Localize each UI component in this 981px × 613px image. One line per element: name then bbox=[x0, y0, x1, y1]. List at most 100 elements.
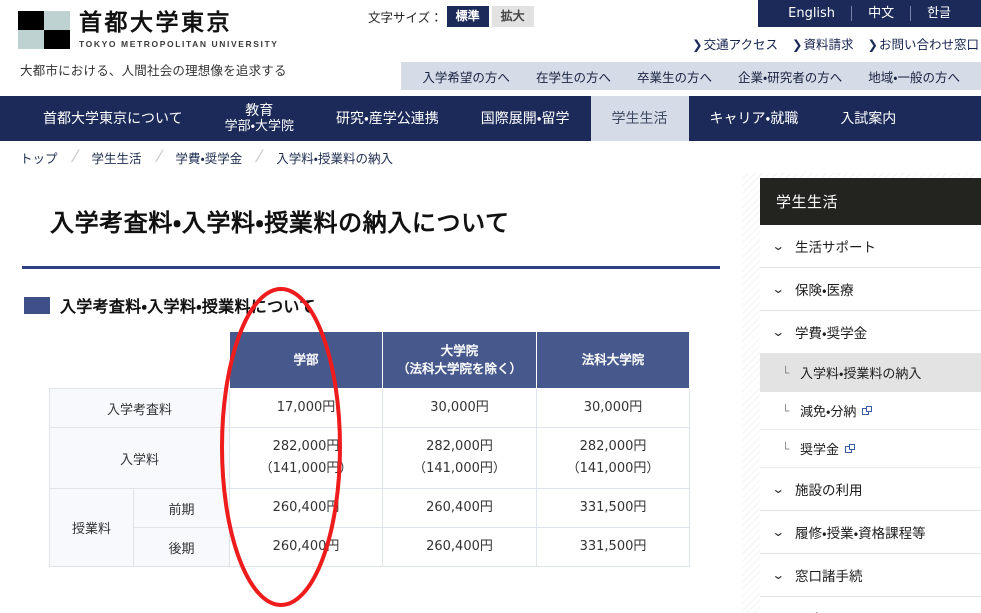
sidebar-item-label: 保険・医療 bbox=[795, 283, 854, 299]
section-marker-icon bbox=[24, 296, 50, 314]
nav-item-international[interactable]: 国際展開・留学 bbox=[460, 96, 591, 141]
cell-tuition-first-law: 331,500円 bbox=[536, 488, 690, 528]
audience-nav-prospective[interactable]: 入学希望の方へ bbox=[409, 67, 523, 86]
logo-title-ja: 首都大学東京 bbox=[79, 10, 232, 36]
sidebar-item-insurance-medical[interactable]: ⌄ 保険・医療 bbox=[760, 268, 981, 311]
row-label-admission-fee: 入学料 bbox=[49, 427, 230, 489]
utility-link-materials[interactable]: ❯資料請求 bbox=[792, 34, 854, 53]
main-content: 入学考査料・入学料・授業料の納入について 入学考査料・入学料・授業料について 学… bbox=[0, 173, 742, 613]
sidebar-title: 学生生活 bbox=[760, 178, 981, 225]
sidebar-item-facilities[interactable]: ⌄ 施設の利用 bbox=[760, 468, 981, 511]
row-sublabel-first-term: 前期 bbox=[133, 488, 230, 528]
header-cell-graduate: 大学院 （法科大学院を除く） bbox=[382, 331, 537, 389]
font-size-large-button[interactable]: 拡大 bbox=[491, 6, 534, 27]
external-link-icon bbox=[862, 405, 873, 416]
cell-admission-law: 282,000円 （141,000円） bbox=[536, 427, 690, 489]
site-header: 首都大学東京 TOKYO METROPOLITAN UNIVERSITY 大都市… bbox=[0, 0, 981, 96]
corner-branch-icon: └ bbox=[782, 365, 790, 380]
cell-tuition-first-grad: 260,400円 bbox=[382, 488, 537, 528]
utility-link-contact[interactable]: ❯お問い合わせ窓口 bbox=[868, 34, 980, 53]
utility-link-access[interactable]: ❯交通アクセス bbox=[692, 34, 778, 53]
language-link-english[interactable]: English bbox=[772, 6, 851, 22]
chevron-down-icon: ⌄ bbox=[771, 282, 786, 296]
breadcrumb-item-student-life[interactable]: 学生生活 bbox=[92, 148, 142, 167]
audience-nav-industry[interactable]: 企業・研究者の方へ bbox=[725, 67, 855, 86]
table-row: 入学料 282,000円 （141,000円） 282,000円 （141,00… bbox=[49, 427, 690, 489]
breadcrumb-item-top[interactable]: トップ bbox=[20, 148, 58, 167]
sidebar-item-courses[interactable]: ⌄ 履修・授業・資格課程等 bbox=[760, 511, 981, 554]
language-link-korean[interactable]: 한글 bbox=[911, 6, 967, 22]
sidebar-item-label: 減免・分納 bbox=[800, 405, 857, 420]
language-bar: English 中文 한글 bbox=[758, 0, 981, 27]
chevron-down-icon: ⌄ bbox=[771, 325, 786, 339]
audience-nav-community[interactable]: 地域・一般の方へ bbox=[855, 67, 973, 86]
site-logo[interactable]: 首都大学東京 TOKYO METROPOLITAN UNIVERSITY bbox=[18, 11, 279, 49]
nav-item-label: 入試案内 bbox=[840, 110, 897, 127]
header-cell-blank bbox=[134, 332, 230, 389]
cell-entrance-exam-law: 30,000円 bbox=[536, 388, 690, 428]
nav-item-student-life[interactable]: 学生生活 bbox=[590, 96, 689, 141]
audience-nav-current-students[interactable]: 在学生の方へ bbox=[523, 67, 624, 86]
nav-item-admissions[interactable]: 入試案内 bbox=[819, 96, 917, 141]
logo-checkerboard-icon bbox=[18, 11, 70, 49]
chevron-right-icon: ❯ bbox=[692, 37, 703, 52]
cell-tuition-second-law: 331,500円 bbox=[536, 527, 690, 567]
fees-table-head: 学部 大学院 （法科大学院を除く） 法科大学院 bbox=[50, 331, 690, 389]
cell-admission-undergrad: 282,000円 （141,000円） bbox=[229, 427, 383, 489]
chevron-right-icon: ❯ bbox=[792, 37, 803, 52]
nav-item-education[interactable]: 教育 学部・大学院 bbox=[204, 96, 315, 141]
corner-branch-icon: └ bbox=[782, 403, 790, 418]
table-header-row: 学部 大学院 （法科大学院を除く） 法科大学院 bbox=[50, 331, 690, 389]
main-navigation: 首都大学東京について 教育 学部・大学院 研究・産学公連携 国際展開・留学 学生… bbox=[0, 96, 981, 141]
font-size-label: 文字サイズ： bbox=[368, 10, 443, 25]
breadcrumb: トップ / 学生生活 / 学費・奨学金 / 入学料・授業料の納入 bbox=[0, 141, 981, 173]
row-label-tuition-fee: 授業料 bbox=[49, 488, 134, 567]
sidebar-item-payment-current[interactable]: └ 入学料・授業料の納入 bbox=[760, 354, 981, 392]
title-divider bbox=[22, 266, 720, 269]
sidebar-item-scholarship[interactable]: └ 奨学金 bbox=[760, 430, 981, 468]
utility-links: ❯交通アクセス ❯資料請求 ❯お問い合わせ窓口 bbox=[678, 34, 979, 53]
chevron-down-icon: ⌄ bbox=[771, 239, 786, 253]
header-cell-undergraduate: 学部 bbox=[229, 331, 383, 389]
nav-item-sublabel: 学部・大学院 bbox=[224, 118, 295, 134]
font-size-standard-button[interactable]: 標準 bbox=[446, 6, 489, 27]
sidebar-item-counter-procedures[interactable]: ⌄ 窓口諸手続 bbox=[760, 554, 981, 597]
sidebar-item-reduction-installment[interactable]: └ 減免・分納 bbox=[760, 392, 981, 430]
nav-item-about[interactable]: 首都大学東京について bbox=[22, 96, 204, 141]
header-cell-blank bbox=[50, 332, 134, 389]
fees-table-body: 入学考査料 17,000円 30,000円 30,000円 入学料 282,00… bbox=[49, 388, 690, 567]
utility-link-label: 交通アクセス bbox=[703, 37, 778, 52]
cell-admission-grad: 282,000円 （141,000円） bbox=[382, 427, 537, 489]
chevron-down-icon: ⌄ bbox=[771, 525, 786, 539]
sidebar-item-tuition-scholarship[interactable]: ⌄ 学費・奨学金 bbox=[760, 311, 981, 354]
header-cell-law-school: 法科大学院 bbox=[536, 331, 690, 389]
cell-tuition-first-undergrad: 260,400円 bbox=[229, 488, 383, 528]
header-graduate-line2: （法科大学院を除く） bbox=[396, 361, 522, 376]
header-graduate-line1: 大学院 bbox=[440, 343, 479, 358]
row-sublabel-second-term: 後期 bbox=[133, 527, 230, 567]
sidebar-item-related-links[interactable]: ⌄ 関連リンク bbox=[760, 597, 981, 613]
corner-branch-icon: └ bbox=[782, 441, 790, 456]
sidebar-item-label: 学費・奨学金 bbox=[795, 326, 868, 342]
sidebar-item-life-support[interactable]: ⌄ 生活サポート bbox=[760, 225, 981, 268]
utility-link-label: 資料請求 bbox=[803, 37, 854, 52]
chevron-down-icon: ⌄ bbox=[771, 482, 786, 496]
table-row: 入学考査料 17,000円 30,000円 30,000円 bbox=[49, 388, 690, 428]
cell-line-primary: 282,000円 bbox=[426, 439, 493, 454]
sidebar-item-label: 生活サポート bbox=[795, 240, 876, 256]
language-link-chinese[interactable]: 中文 bbox=[852, 6, 910, 22]
cell-line-secondary: （141,000円） bbox=[259, 461, 353, 476]
nav-item-label: 研究・産学公連携 bbox=[336, 110, 439, 127]
page-title: 入学考査料・入学料・授業料の納入について bbox=[50, 209, 510, 237]
breadcrumb-item-tuition[interactable]: 学費・奨学金 bbox=[176, 148, 243, 167]
font-size-control: 文字サイズ： 標準 拡大 bbox=[368, 6, 537, 27]
nav-item-label: 国際展開・留学 bbox=[480, 110, 570, 127]
row-label-entrance-exam-fee: 入学考査料 bbox=[49, 388, 230, 428]
nav-item-career[interactable]: キャリア・就職 bbox=[689, 96, 820, 141]
sidebar-item-label: 奨学金 bbox=[800, 443, 840, 458]
breadcrumb-separator-icon: / bbox=[69, 147, 81, 166]
nav-item-research[interactable]: 研究・産学公連携 bbox=[315, 96, 460, 141]
cell-entrance-exam-undergrad: 17,000円 bbox=[229, 388, 383, 428]
audience-nav-alumni[interactable]: 卒業生の方へ bbox=[624, 67, 725, 86]
sidebar-item-label: 関連リンク bbox=[795, 608, 863, 613]
